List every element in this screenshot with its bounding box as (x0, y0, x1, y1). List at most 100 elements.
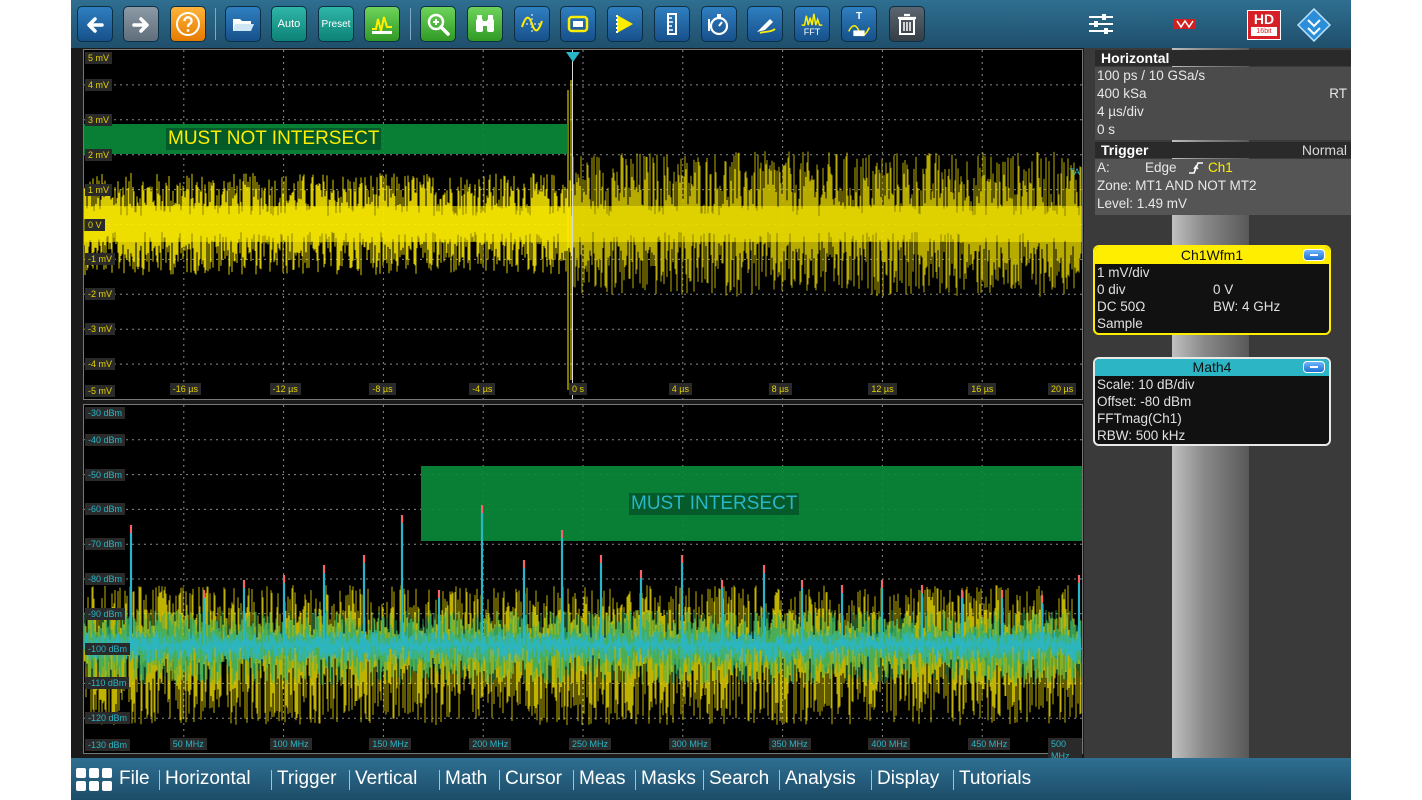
ch1-coupling: DC 50Ω (1097, 299, 1146, 314)
menu-item-masks[interactable]: Masks (641, 768, 696, 790)
ch1-minimize-button[interactable] (1303, 249, 1325, 261)
trigger-info[interactable]: A: Edge Ch1 Zone: MT1 AND NOT MT2 Level:… (1095, 159, 1351, 215)
zoom-button[interactable] (420, 6, 456, 42)
horizontal-info[interactable]: 100 ps / 10 GSa/s 400 kSa RT 4 µs/div 0 s (1095, 67, 1351, 140)
mask-button[interactable] (560, 6, 596, 42)
time-x-axis-label: 16 µs (968, 383, 997, 395)
menu-separator (349, 770, 350, 790)
trigger-tool-label: T (855, 11, 863, 22)
horizontal-time-scale: 4 µs/div (1097, 104, 1144, 119)
time-y-axis-label: 1 mV (85, 183, 113, 196)
time-x-axis-label: -16 µs (169, 383, 201, 395)
hd-mode-badge[interactable]: HD 16bit (1247, 10, 1281, 40)
menu-item-tutorials[interactable]: Tutorials (959, 768, 1031, 790)
fft-x-axis-label: 250 MHz (569, 738, 612, 750)
time-x-axis-label: 8 µs (768, 383, 792, 395)
redo-arrow-icon (132, 17, 149, 33)
trigger-header[interactable]: Trigger Normal (1095, 142, 1351, 158)
preset-button[interactable]: Preset (318, 6, 354, 42)
menu-separator (871, 770, 872, 790)
math4-scale: Scale: 10 dB/div (1097, 377, 1195, 392)
menu-item-horizontal[interactable]: Horizontal (165, 768, 251, 790)
menu-item-search[interactable]: Search (709, 768, 769, 790)
zoom-magnifier-icon (427, 13, 450, 36)
probe-button[interactable] (747, 6, 783, 42)
fft-y-axis-label: -120 dBm (85, 712, 131, 725)
folder-open-icon (233, 19, 254, 31)
trigger-tool-button[interactable]: T (841, 6, 877, 42)
grid-apps-icon (76, 768, 112, 791)
fft-x-axis-label: 150 MHz (369, 738, 412, 750)
time-x-axis-label: -4 µs (469, 383, 496, 395)
time-y-axis-label: 5 mV (85, 52, 113, 64)
menu-item-cursor[interactable]: Cursor (505, 768, 562, 790)
trigger-level-marker[interactable]: TA (1069, 167, 1080, 177)
zone-trigger-button[interactable] (607, 6, 643, 42)
binoculars-icon (476, 15, 494, 32)
math4-minimize-button[interactable] (1303, 361, 1325, 373)
time-y-axis-label: -1 mV (85, 253, 116, 266)
mask-label-must-not-intersect: MUST NOT INTERSECT (166, 128, 382, 150)
ch1-offset-row: 0 div 0 V (1095, 281, 1329, 298)
help-button[interactable] (170, 6, 206, 42)
trigger-waveform-icon (848, 25, 870, 37)
fft-label: FFT (803, 26, 821, 37)
math4-rbw: RBW: 500 kHz (1097, 428, 1186, 443)
menu-item-display[interactable]: Display (877, 768, 939, 790)
trigger-type: Edge (1145, 160, 1177, 175)
menu-item-math[interactable]: Math (445, 768, 487, 790)
history-button[interactable] (701, 6, 737, 42)
sliders-icon (1089, 14, 1113, 34)
fft-y-axis-label: -70 dBm (85, 538, 126, 551)
menu-separator (159, 770, 160, 790)
fft-y-axis-label: -80 dBm (85, 573, 126, 585)
autoset-button[interactable]: Auto (271, 6, 307, 42)
fft-x-axis-label: 450 MHz (968, 738, 1011, 750)
trigger-source-prefix: A: (1097, 160, 1110, 175)
delete-button[interactable] (889, 6, 925, 42)
apps-menu-button[interactable] (75, 767, 113, 793)
search-button[interactable] (467, 6, 503, 42)
hd-sub-label: 16bit (1251, 27, 1277, 36)
fft-button[interactable]: FFT (794, 6, 830, 42)
open-file-button[interactable] (225, 6, 261, 42)
remote-control-icon (1174, 19, 1196, 29)
menu-item-vertical[interactable]: Vertical (355, 768, 417, 790)
ch1-waveform-box[interactable]: Ch1Wfm1 1 mV/div 0 div 0 V DC 50Ω BW: 4 GH… (1093, 245, 1331, 335)
time-y-axis-label: 0 V (85, 218, 105, 231)
math4-box-header[interactable]: Math4 (1095, 359, 1329, 376)
menu-item-file[interactable]: File (119, 768, 150, 790)
time-domain-diagram[interactable]: MUST NOT INTERSECT TA ▸ 5 mV4 mV3 mV2 mV… (83, 49, 1083, 400)
ch1-offset-v: 0 V (1213, 282, 1234, 297)
redo-button[interactable] (123, 6, 159, 42)
signal-generator-button[interactable] (364, 6, 400, 42)
cursor-waveform-icon (521, 14, 543, 34)
menu-item-trigger[interactable]: Trigger (277, 768, 336, 790)
probe-icon (757, 19, 776, 34)
trigger-position-marker-icon[interactable] (566, 52, 580, 62)
undo-button[interactable] (77, 6, 113, 42)
menu-item-meas[interactable]: Meas (579, 768, 625, 790)
undo-arrow-icon (87, 17, 104, 33)
preset-label: Preset (321, 18, 351, 30)
math4-title: Math4 (1192, 359, 1232, 375)
ch1-box-header[interactable]: Ch1Wfm1 (1095, 247, 1329, 264)
math4-box[interactable]: Math4 Scale: 10 dB/div Offset: -80 dBm F… (1093, 357, 1331, 446)
fft-y-axis-label: -30 dBm (85, 407, 126, 419)
horizontal-header[interactable]: Horizontal (1095, 50, 1351, 66)
horizontal-title: Horizontal (1101, 50, 1170, 66)
fft-x-axis-label: 200 MHz (469, 738, 512, 750)
fft-spectrum-icon (801, 13, 823, 26)
measure-button[interactable] (654, 6, 690, 42)
signal-bar-settings-button[interactable] (1087, 12, 1115, 36)
menu-separator (779, 770, 780, 790)
fft-x-axis-label: 50 MHz (169, 738, 207, 750)
trash-icon (898, 13, 916, 35)
fft-spectrum-diagram[interactable]: MUST INTERSECT -30 dBm -40 dBm -50 dBm -60 … (83, 404, 1083, 762)
waveform-run-icon (372, 16, 392, 34)
time-y-axis-label: 3 mV (85, 113, 113, 126)
fft-y-axis-label: -130 dBm (85, 739, 131, 751)
menu-item-analysis[interactable]: Analysis (785, 768, 856, 790)
time-y-axis-label: -4 mV (85, 358, 116, 371)
cursor-button[interactable] (514, 6, 550, 42)
